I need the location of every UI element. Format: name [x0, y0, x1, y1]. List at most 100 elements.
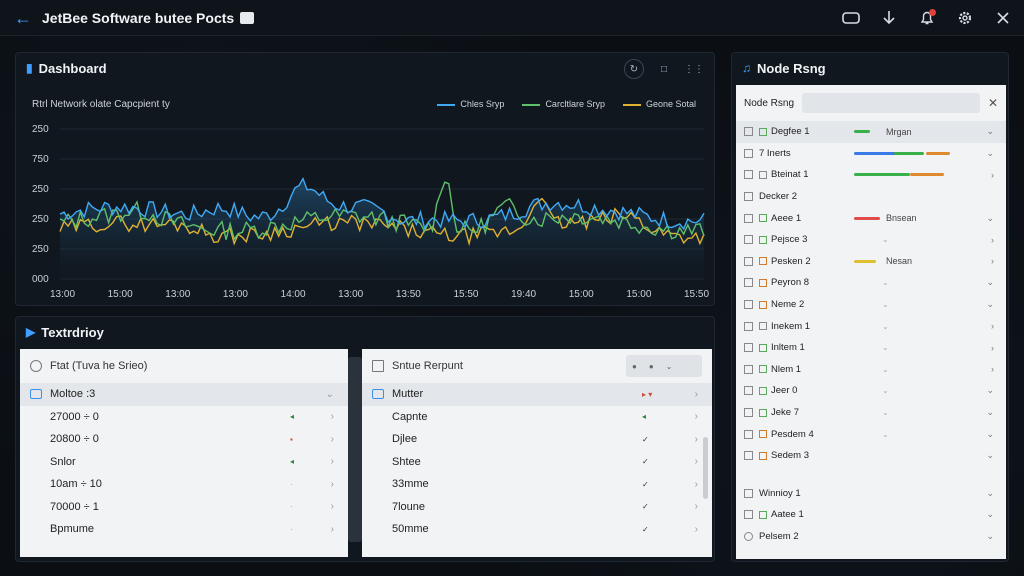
chevron-down-icon[interactable]: ⌄: [986, 509, 994, 520]
back-arrow-icon[interactable]: ←: [12, 7, 34, 29]
refresh-icon[interactable]: ↻: [624, 59, 644, 79]
list-item[interactable]: 27000 ÷ 0 ◂ ›: [20, 406, 348, 429]
list-item[interactable]: 10am ÷ 10 · ›: [20, 473, 348, 496]
chevron-right-icon[interactable]: ›: [695, 524, 698, 535]
node-checkbox[interactable]: [744, 364, 753, 374]
chevron-right-icon[interactable]: ›: [991, 343, 994, 353]
chevron-down-icon[interactable]: ⌄: [986, 429, 994, 440]
splitter-handle[interactable]: [348, 357, 362, 542]
node-search-input[interactable]: [802, 93, 980, 113]
node-row[interactable]: Peyron 8 ⌄ ⌄: [736, 272, 1006, 294]
chevron-right-icon[interactable]: ›: [695, 501, 698, 512]
chevron-right-icon[interactable]: ›: [695, 411, 698, 422]
filter-dropdown[interactable]: ● ● ⌄: [626, 355, 702, 377]
node-checkbox[interactable]: [744, 488, 753, 498]
chevron-down-icon[interactable]: ⌄: [326, 389, 334, 400]
list-item[interactable]: 70000 ÷ 1 · ›: [20, 496, 348, 519]
node-row[interactable]: Winnioy 1 ⌄: [736, 483, 1006, 505]
window-icon[interactable]: [840, 7, 862, 29]
list-item[interactable]: 20800 ÷ 0 ▪ ›: [20, 428, 348, 451]
node-checkbox[interactable]: [744, 300, 753, 310]
gear-icon[interactable]: [954, 7, 976, 29]
chevron-right-icon[interactable]: ›: [695, 434, 698, 445]
bell-icon[interactable]: [916, 7, 938, 29]
node-row[interactable]: Sedem 3 ⌄: [736, 445, 1006, 467]
list-item[interactable]: Shtee ✓ ›: [362, 451, 712, 474]
node-checkbox[interactable]: [744, 235, 753, 245]
node-row[interactable]: Nlem 1 ⌄ ›: [736, 359, 1006, 381]
node-row[interactable]: Decker 2: [736, 186, 1006, 208]
list-item[interactable]: Capnte ◂ ›: [362, 406, 712, 429]
chevron-down-icon[interactable]: ⌄: [986, 407, 994, 418]
node-row[interactable]: Pelsem 2 ⌄: [736, 526, 1006, 548]
chevron-right-icon[interactable]: ›: [695, 389, 698, 400]
node-checkbox[interactable]: [744, 510, 753, 520]
chevron-right-icon[interactable]: ›: [331, 456, 334, 467]
list-b-scrollbar[interactable]: [703, 437, 708, 499]
node-checkbox[interactable]: [744, 429, 753, 439]
chevron-right-icon[interactable]: ›: [991, 235, 994, 245]
chevron-down-icon[interactable]: ⌄: [986, 531, 994, 542]
chevron-down-icon[interactable]: ⌄: [986, 148, 994, 159]
chevron-right-icon[interactable]: ›: [991, 321, 994, 331]
node-row[interactable]: Jeer 0 ⌄ ⌄: [736, 380, 1006, 402]
node-row[interactable]: Aatee 1 ⌄: [736, 504, 1006, 526]
chevron-down-icon[interactable]: ⌄: [986, 299, 994, 310]
node-row[interactable]: Aeee 1 Bnsean ⌄: [736, 207, 1006, 229]
chevron-right-icon[interactable]: ›: [991, 364, 994, 374]
list-item[interactable]: 7loune ✓ ›: [362, 496, 712, 519]
node-checkbox[interactable]: [744, 278, 753, 288]
node-row[interactable]: Jeke 7 ⌄ ⌄: [736, 402, 1006, 424]
chevron-down-icon[interactable]: ⌄: [986, 277, 994, 288]
chevron-right-icon[interactable]: ›: [991, 256, 994, 266]
node-row[interactable]: Neme 2 ⌄ ⌄: [736, 294, 1006, 316]
chevron-right-icon[interactable]: ›: [331, 524, 334, 535]
close-icon[interactable]: [992, 7, 1014, 29]
node-checkbox[interactable]: [744, 192, 753, 202]
chevron-down-icon[interactable]: ⌄: [986, 385, 994, 396]
node-row[interactable]: Pejsce 3 ⌄ ›: [736, 229, 1006, 251]
chevron-down-icon[interactable]: ⌄: [986, 450, 994, 461]
list-item[interactable]: Bpmume · ›: [20, 518, 348, 541]
node-row[interactable]: Inekem 1 ⌄ ›: [736, 315, 1006, 337]
node-checkbox[interactable]: [744, 256, 753, 266]
download-icon[interactable]: [878, 7, 900, 29]
row-checkbox[interactable]: [30, 389, 42, 400]
chevron-right-icon[interactable]: ›: [331, 501, 334, 512]
chevron-down-icon[interactable]: ⌄: [986, 488, 994, 499]
node-checkbox[interactable]: [744, 127, 753, 137]
list-item[interactable]: 33mme ✓ ›: [362, 473, 712, 496]
list-item[interactable]: 50mme ✓ ›: [362, 518, 712, 541]
row-checkbox[interactable]: [372, 389, 384, 400]
chevron-right-icon[interactable]: ›: [331, 411, 334, 422]
chevron-down-icon[interactable]: ⌄: [986, 213, 994, 224]
node-checkbox[interactable]: [744, 148, 753, 158]
chevron-right-icon[interactable]: ›: [695, 456, 698, 467]
node-row[interactable]: Bteinat 1 ›: [736, 164, 1006, 186]
node-checkbox[interactable]: [744, 213, 753, 223]
chevron-right-icon[interactable]: ›: [331, 479, 334, 490]
node-checkbox[interactable]: [744, 408, 753, 418]
node-checkbox[interactable]: [744, 170, 753, 180]
list-item[interactable]: Mutter ▸ ▾ ›: [362, 383, 712, 406]
grid-icon[interactable]: ⋮⋮: [684, 59, 704, 79]
node-row[interactable]: 7 Inerts ⌄: [736, 143, 1006, 165]
node-row[interactable]: Pesdem 4 ⌄ ⌄: [736, 423, 1006, 445]
chevron-down-icon[interactable]: ⌄: [986, 126, 994, 137]
node-row[interactable]: Degfee 1 Mrgan ⌄: [736, 121, 1006, 143]
chevron-right-icon[interactable]: ›: [331, 434, 334, 445]
chevron-right-icon[interactable]: ›: [991, 170, 994, 180]
node-checkbox[interactable]: [744, 386, 753, 396]
square-icon[interactable]: □: [654, 59, 674, 79]
node-checkbox[interactable]: [744, 321, 753, 331]
node-checkbox[interactable]: [744, 451, 753, 461]
node-checkbox[interactable]: [744, 343, 753, 353]
list-item[interactable]: Moltoe :3 ⌄: [20, 383, 348, 406]
node-row[interactable]: Pesken 2 Nesan ›: [736, 251, 1006, 273]
node-row[interactable]: Inltem 1 ⌄ ›: [736, 337, 1006, 359]
list-item[interactable]: Snlor ◂ ›: [20, 451, 348, 474]
node-checkbox[interactable]: [744, 531, 753, 541]
close-icon[interactable]: ✕: [988, 96, 998, 110]
list-item[interactable]: Djlee ✓ ›: [362, 428, 712, 451]
chevron-right-icon[interactable]: ›: [695, 479, 698, 490]
